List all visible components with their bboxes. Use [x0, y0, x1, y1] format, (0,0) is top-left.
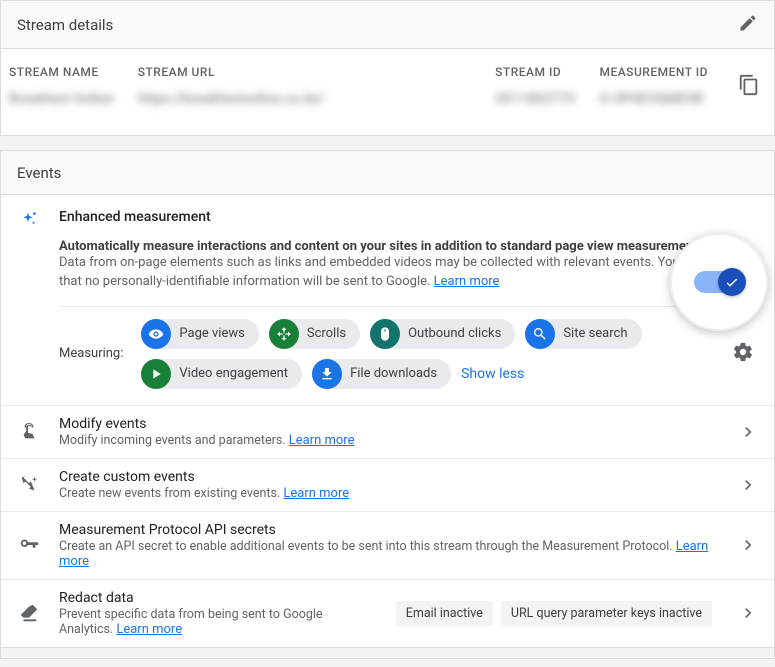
tag-email-inactive: Email inactive: [396, 601, 493, 626]
measurement-id-label: MEASUREMENT ID: [599, 65, 708, 79]
enhanced-toggle[interactable]: [694, 271, 744, 293]
stream-id-col: STREAM ID 2011802775: [495, 65, 575, 107]
measuring-settings-button[interactable]: [728, 337, 758, 370]
enhanced-title: Enhanced measurement: [59, 209, 758, 225]
row-api-secrets[interactable]: Measurement Protocol API secrets Create …: [1, 511, 774, 579]
gear-icon: [732, 341, 754, 363]
erase-icon: [18, 602, 40, 624]
measuring-chips: Page views Scrolls Outbound clicks Site …: [141, 319, 710, 389]
stream-url-value: https://breakfastonline.co.ke/: [138, 91, 471, 107]
copy-measurement-id-button[interactable]: [732, 68, 766, 105]
stream-name-value: Breakfast Online: [9, 91, 114, 107]
row-title: Modify events: [59, 416, 720, 432]
stream-id-label: STREAM ID: [495, 65, 575, 79]
chip-file-downloads: File downloads: [312, 359, 451, 389]
stream-url-col: STREAM URL https://breakfastonline.co.ke…: [138, 65, 471, 107]
stream-url-label: STREAM URL: [138, 65, 471, 79]
footer-spacer: [0, 647, 775, 659]
row-modify-events[interactable]: Modify events Modify incoming events and…: [1, 405, 774, 458]
learn-more-link[interactable]: Learn more: [283, 486, 349, 501]
enhanced-learn-more-link[interactable]: Learn more: [434, 274, 500, 289]
stream-name-col: STREAM NAME Breakfast Online: [9, 65, 114, 107]
pencil-icon: [738, 13, 758, 33]
download-icon: [319, 366, 335, 382]
learn-more-link[interactable]: Learn more: [116, 622, 182, 637]
key-icon: [18, 534, 40, 556]
redact-tags: Email inactive URL query parameter keys …: [396, 601, 712, 626]
mouse-icon: [377, 326, 393, 342]
row-redact-data[interactable]: Redact data Prevent specific data from b…: [1, 579, 774, 647]
stream-details-card: Stream details STREAM NAME Breakfast Onl…: [0, 0, 775, 136]
chevron-right-icon: [738, 603, 758, 623]
measuring-row: Measuring: Page views Scrolls Outbound c…: [59, 306, 758, 389]
chip-page-views: Page views: [141, 319, 258, 349]
stream-name-label: STREAM NAME: [9, 65, 114, 79]
chip-outbound-clicks: Outbound clicks: [370, 319, 515, 349]
measurement-id-col: MEASUREMENT ID G-0P0EVQME9B: [599, 65, 708, 107]
row-title: Measurement Protocol API secrets: [59, 522, 720, 538]
row-title: Create custom events: [59, 469, 720, 485]
touch-icon: [18, 421, 40, 443]
eye-icon: [148, 326, 164, 342]
scroll-icon: [276, 326, 292, 342]
sparkle-cursor-icon: [18, 474, 40, 496]
chevron-right-icon: [738, 422, 758, 442]
chip-site-search: Site search: [525, 319, 641, 349]
stream-details-header: Stream details: [1, 1, 774, 49]
stream-details-title: Stream details: [17, 16, 113, 34]
tag-url-inactive: URL query parameter keys inactive: [501, 601, 712, 626]
row-title: Redact data: [59, 590, 378, 606]
search-icon: [532, 326, 548, 342]
chevron-right-icon: [738, 475, 758, 495]
chip-scrolls: Scrolls: [269, 319, 360, 349]
events-title: Events: [17, 164, 61, 182]
edit-stream-button[interactable]: [738, 13, 758, 36]
events-card: Enhanced measurement Automatically measu…: [0, 194, 775, 647]
enhanced-measurement-section: Enhanced measurement Automatically measu…: [1, 195, 774, 405]
play-icon: [148, 366, 164, 382]
check-icon: [724, 274, 740, 290]
measuring-label: Measuring:: [59, 346, 123, 361]
learn-more-link[interactable]: Learn more: [289, 433, 355, 448]
enhanced-desc: Data from on-page elements such as links…: [59, 255, 755, 289]
chevron-right-icon: [738, 535, 758, 555]
enhanced-bold: Automatically measure interactions and c…: [59, 239, 701, 254]
row-create-custom-events[interactable]: Create custom events Create new events f…: [1, 458, 774, 511]
copy-icon: [738, 74, 760, 96]
measurement-id-value: G-0P0EVQME9B: [599, 91, 708, 107]
sparkle-icon: [17, 209, 41, 389]
stream-id-value: 2011802775: [495, 91, 575, 107]
show-less-link[interactable]: Show less: [461, 366, 524, 382]
stream-details-body: STREAM NAME Breakfast Online STREAM URL …: [1, 49, 774, 135]
events-header: Events: [0, 150, 775, 194]
enhanced-toggle-spotlight: [670, 233, 768, 331]
chip-video-engagement: Video engagement: [141, 359, 302, 389]
